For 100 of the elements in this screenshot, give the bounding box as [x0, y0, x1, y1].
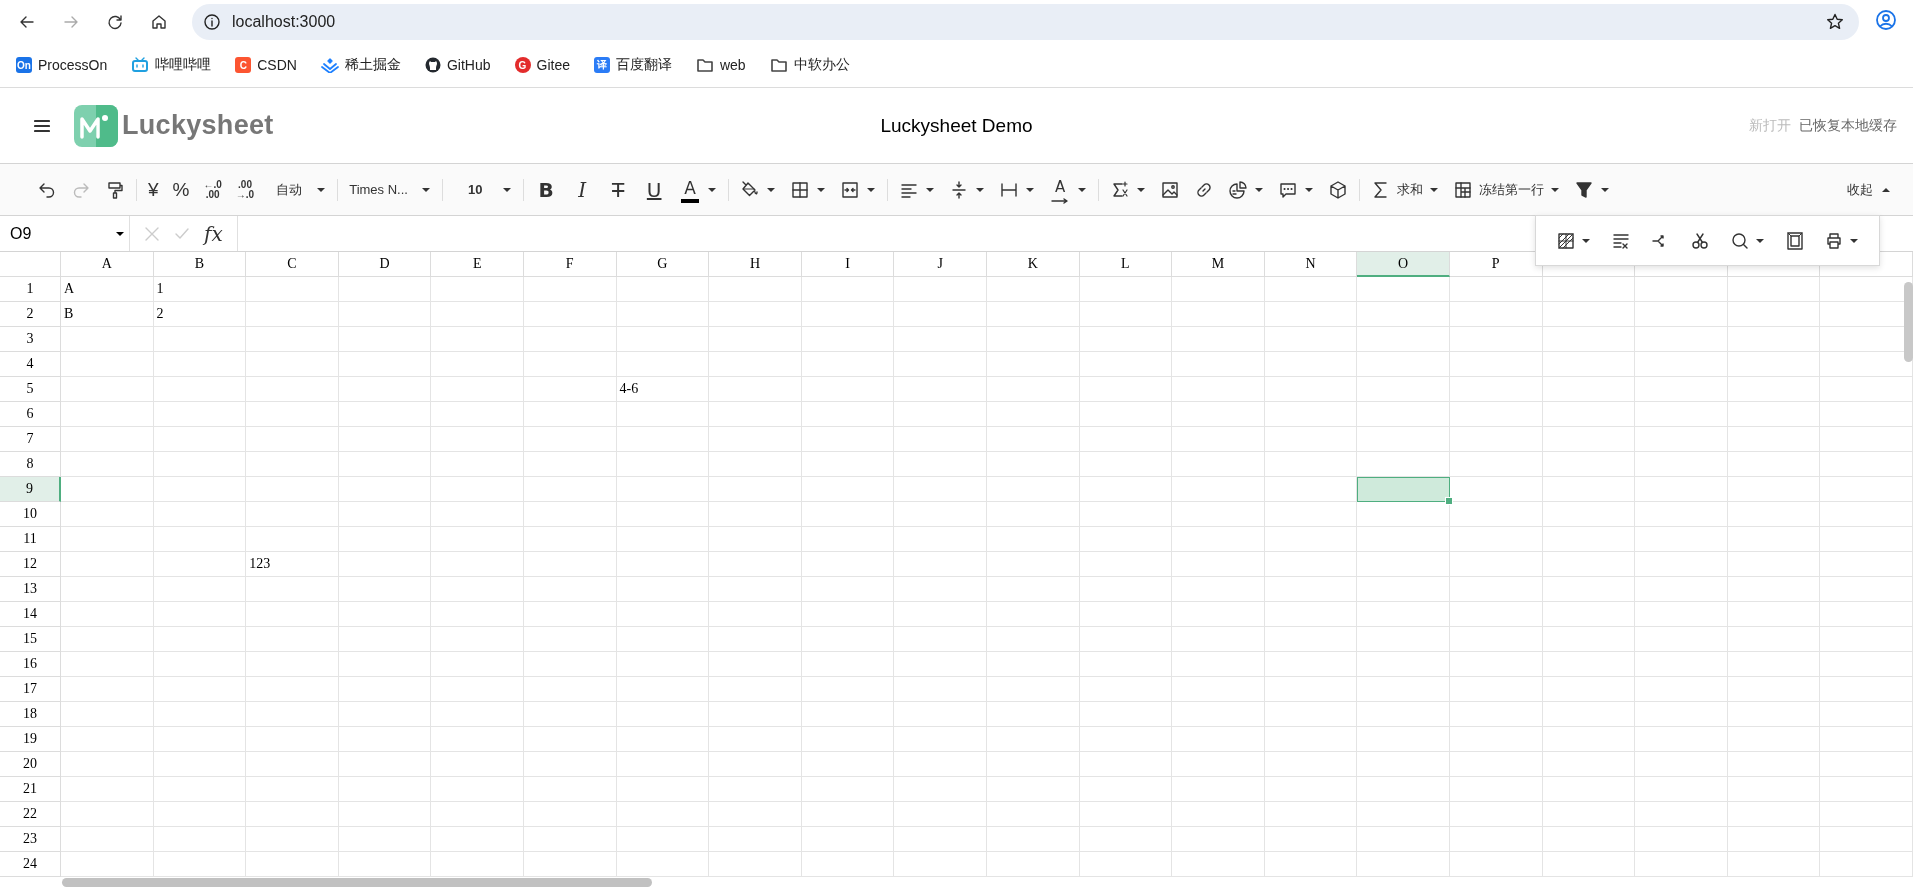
- toolbar-button[interactable]: 冻结第一行: [1479, 180, 1545, 199]
- row-header[interactable]: 8: [0, 452, 61, 477]
- row-header[interactable]: 14: [0, 602, 61, 627]
- caret-icon[interactable]: [866, 186, 877, 193]
- row-header[interactable]: 15: [0, 627, 61, 652]
- column-header[interactable]: M: [1172, 252, 1265, 277]
- toolbar-button[interactable]: B: [535, 178, 558, 201]
- row-header[interactable]: 22: [0, 802, 61, 827]
- column-header[interactable]: D: [338, 252, 432, 277]
- column-header[interactable]: P: [1449, 252, 1543, 277]
- caret-icon[interactable]: [816, 186, 827, 193]
- column-header[interactable]: G: [616, 252, 710, 277]
- toolbar-button[interactable]: %: [172, 178, 190, 201]
- paint-roller-icon[interactable]: [105, 179, 125, 200]
- row-header[interactable]: 3: [0, 327, 61, 352]
- column-header[interactable]: E: [431, 252, 524, 277]
- caret-icon[interactable]: [925, 186, 936, 193]
- column-header[interactable]: O: [1357, 252, 1450, 277]
- pie-chart-icon[interactable]: [1228, 179, 1249, 200]
- caret-icon[interactable]: [1304, 186, 1315, 193]
- row-header[interactable]: 9: [0, 477, 61, 502]
- row-header[interactable]: 11: [0, 527, 61, 552]
- decimal-button[interactable]: .00 →.0: [235, 179, 255, 200]
- selected-cell[interactable]: [1357, 477, 1450, 502]
- toolbar-button[interactable]: ¥: [148, 178, 159, 201]
- caret-icon[interactable]: [1580, 237, 1591, 244]
- column-header[interactable]: I: [801, 252, 895, 277]
- scrollbar[interactable]: [1904, 282, 1913, 362]
- profile-icon[interactable]: [1875, 9, 1897, 31]
- image-icon[interactable]: [1160, 179, 1181, 200]
- row-header[interactable]: 18: [0, 702, 61, 727]
- toolbar-button[interactable]: A: [679, 176, 702, 199]
- column-header[interactable]: H: [709, 252, 802, 277]
- bookmark-link[interactable]: CSDN: [257, 57, 297, 73]
- cell-reference-field[interactable]: O9: [0, 216, 130, 251]
- caret-icon[interactable]: [502, 186, 513, 193]
- caret-icon[interactable]: [316, 186, 327, 193]
- fill-handle[interactable]: [1444, 497, 1453, 505]
- row-header[interactable]: 10: [0, 502, 61, 527]
- menu-icon[interactable]: [34, 118, 50, 133]
- column-header[interactable]: N: [1264, 252, 1358, 277]
- caret-icon[interactable]: [707, 186, 718, 193]
- column-header[interactable]: K: [986, 252, 1080, 277]
- caret-icon[interactable]: [1429, 186, 1440, 193]
- caret-icon[interactable]: [421, 186, 432, 193]
- caret-icon[interactable]: [1754, 237, 1765, 244]
- home-icon[interactable]: [149, 12, 169, 32]
- row-header[interactable]: 23: [0, 827, 61, 852]
- toolbar-button[interactable]: 求和: [1397, 180, 1424, 199]
- toolbar-button[interactable]: Times N...: [349, 182, 416, 197]
- bookmark-link[interactable]: 稀土掘金: [344, 56, 401, 74]
- column-header[interactable]: C: [246, 252, 339, 277]
- row-header[interactable]: 19: [0, 727, 61, 752]
- address-bar[interactable]: localhost:3000: [192, 4, 1859, 40]
- caret-icon[interactable]: [975, 186, 986, 193]
- toolbar-button[interactable]: I: [571, 178, 594, 201]
- column-header[interactable]: L: [1079, 252, 1173, 277]
- reload-icon[interactable]: [105, 12, 125, 32]
- toolbar-button[interactable]: 10: [454, 182, 497, 197]
- caret-icon[interactable]: [115, 230, 125, 237]
- merge-cells-icon[interactable]: [840, 179, 861, 200]
- row-header[interactable]: 20: [0, 752, 61, 777]
- bookmark-link[interactable]: Gitee: [536, 57, 570, 73]
- bookmark-link[interactable]: ProcessOn: [38, 57, 108, 73]
- column-header[interactable]: A: [61, 252, 154, 277]
- bookmark-link[interactable]: 哔哩哔哩: [155, 56, 212, 74]
- column-header[interactable]: B: [153, 252, 247, 277]
- caret-up-icon[interactable]: [1881, 186, 1891, 193]
- toolbar-button[interactable]: A: [1049, 175, 1072, 198]
- freeze-grid-icon[interactable]: [1453, 179, 1474, 200]
- caret-icon[interactable]: [766, 186, 777, 193]
- caret-icon[interactable]: [1025, 186, 1036, 193]
- search-icon[interactable]: [1729, 230, 1750, 251]
- decimal-button[interactable]: ←.0 .00: [203, 179, 222, 200]
- hatch-grid-icon[interactable]: [1555, 230, 1576, 251]
- border-icon[interactable]: [790, 179, 811, 200]
- bookmark-link[interactable]: 中软办公: [793, 56, 850, 74]
- caret-icon[interactable]: [1254, 186, 1265, 193]
- row-header[interactable]: 13: [0, 577, 61, 602]
- toolbar-button[interactable]: T: [607, 178, 630, 201]
- row-header[interactable]: 21: [0, 777, 61, 802]
- caret-icon[interactable]: [1550, 186, 1561, 193]
- bookmark-link[interactable]: 百度翻译: [615, 56, 672, 74]
- toolbar-button[interactable]: 自动: [268, 180, 311, 199]
- row-header[interactable]: 2: [0, 302, 61, 327]
- row-header[interactable]: 17: [0, 677, 61, 702]
- caret-icon[interactable]: [1136, 186, 1147, 193]
- row-header[interactable]: 24: [0, 852, 61, 877]
- bookmark-link[interactable]: web: [719, 57, 746, 73]
- row-header[interactable]: 4: [0, 352, 61, 377]
- row-header[interactable]: 7: [0, 427, 61, 452]
- row-header[interactable]: 1: [0, 277, 61, 302]
- bookmark-link[interactable]: GitHub: [446, 57, 491, 73]
- column-header[interactable]: J: [894, 252, 987, 277]
- collapse-button[interactable]: 收起: [1847, 180, 1873, 199]
- filter-icon[interactable]: [1574, 179, 1595, 200]
- scrollbar[interactable]: [62, 878, 652, 887]
- row-header[interactable]: 12: [0, 552, 61, 577]
- frame-icon[interactable]: [1784, 230, 1805, 251]
- caret-icon[interactable]: [1849, 237, 1860, 244]
